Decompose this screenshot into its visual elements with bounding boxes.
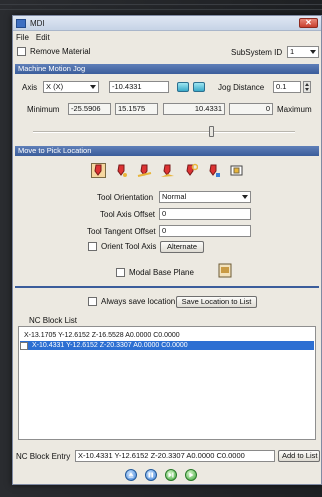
axis-position-input[interactable]: -10.4331 [109,81,169,93]
jog-plus-icon[interactable] [193,82,205,92]
remove-material-row: Remove Material [17,47,90,56]
tool-normal-icon[interactable] [206,163,221,178]
pause-icon[interactable] [145,469,157,481]
background-divider [0,9,322,10]
remove-material-checkbox[interactable] [17,47,26,56]
modal-base-plane-checkbox[interactable] [116,268,125,277]
subsystem-select[interactable]: 1 [287,46,319,58]
pick-location-header: Move to Pick Location [15,146,319,156]
tool-axis-offset-input[interactable]: 0 [159,208,251,220]
tool-tangent-offset-label: Tool Tangent Offset [87,227,156,236]
modal-base-plane-label: Modal Base Plane [129,268,194,277]
list-item-text: X-10.4331 Y-12.6152 Z-20.3307 A0.0000 C0… [32,342,188,349]
app-icon [16,18,26,28]
background-divider [0,4,322,5]
tool-view-icon[interactable] [229,163,244,178]
chevron-down-icon [90,85,96,89]
close-button[interactable]: ✕ [299,18,318,28]
nc-block-list[interactable]: X-13.1705 Y-12.6152 Z-16.5528 A0.0000 C0… [18,326,316,440]
minimum-value: -25.5906 [68,103,111,115]
remove-material-label: Remove Material [30,47,91,56]
eject-icon[interactable] [125,469,137,481]
row-checkbox[interactable] [20,342,28,350]
tool-orientation-select[interactable]: Normal [159,191,251,203]
axis-slider-thumb[interactable] [209,126,215,137]
menu-file[interactable]: File [16,33,29,42]
machine-motion-header: Machine Motion Jog [15,64,319,74]
jog-distance-input[interactable]: 0.1 [273,81,301,93]
axis-label: Axis [22,83,38,92]
window-title: MDI [30,18,45,28]
step-forward-icon[interactable] [165,469,177,481]
base-plane-icon[interactable] [218,263,232,278]
maximum-label: Maximum [277,105,312,114]
tool-orientation-label: Tool Orientation [97,193,154,202]
subsystem-value: 1 [290,47,295,56]
chevron-down-icon [310,50,316,54]
nc-block-entry-input[interactable]: X-10.4331 Y-12.6152 Z-20.3307 A0.0000 C0… [75,450,275,462]
subsystem-label: SubSystem ID [231,48,283,57]
jog-distance-label: Jog Distance [218,83,265,92]
axis-slider-track[interactable] [33,131,295,133]
minimum-label: Minimum [27,105,60,114]
jog-distance-spinner[interactable] [303,81,311,93]
list-item-text: X-13.1705 Y-12.6152 Z-16.5528 A0.0000 C0… [24,332,180,339]
alternate-button[interactable]: Alternate [160,241,204,253]
tool-line-icon[interactable] [137,163,152,178]
current-value: 10.4331 [163,103,225,115]
section-divider [15,286,319,288]
axis-value: X (X) [46,82,64,91]
orient-tool-axis-label: Orient Tool Axis [101,242,157,251]
mdi-window: MDI ✕ File Edit Remove Material SubSyste… [12,15,322,485]
nc-block-list-header: NC Block List [29,316,78,325]
axis-select[interactable]: X (X) [43,81,99,93]
tool-surface-icon[interactable] [160,163,175,178]
zero-value: 0 [229,103,273,115]
menu-bar: File Edit [13,31,321,44]
jog-minus-icon[interactable] [177,82,189,92]
always-save-label: Always save location [101,297,176,306]
close-icon: ✕ [305,18,312,27]
chevron-down-icon [242,195,248,199]
list-item[interactable]: X-13.1705 Y-12.6152 Z-16.5528 A0.0000 C0… [20,331,314,340]
save-location-button[interactable]: Save Location to List [176,296,257,308]
always-save-row: Always save location [88,297,175,306]
orient-tool-axis-checkbox[interactable] [88,242,97,251]
nc-block-entry-label: NC Block Entry [16,452,71,461]
menu-edit[interactable]: Edit [36,33,50,42]
tool-pick-icon[interactable] [91,163,106,178]
tool-orientation-value: Normal [162,192,187,201]
tool-rotate-icon[interactable] [183,163,198,178]
tool-axis-offset-label: Tool Axis Offset [100,210,155,219]
always-save-checkbox[interactable] [88,297,97,306]
tool-point-icon[interactable] [114,163,129,178]
range-value: 15.1575 [115,103,158,115]
title-bar[interactable]: MDI ✕ [13,16,321,31]
modal-base-plane-row: Modal Base Plane [116,268,194,277]
play-icon[interactable] [185,469,197,481]
add-to-list-button[interactable]: Add to List [278,450,320,462]
tool-tangent-offset-input[interactable]: 0 [159,225,251,237]
list-item-selected[interactable]: X-10.4331 Y-12.6152 Z-20.3307 A0.0000 C0… [20,341,314,350]
orient-tool-axis-row: Orient Tool Axis [88,242,156,251]
